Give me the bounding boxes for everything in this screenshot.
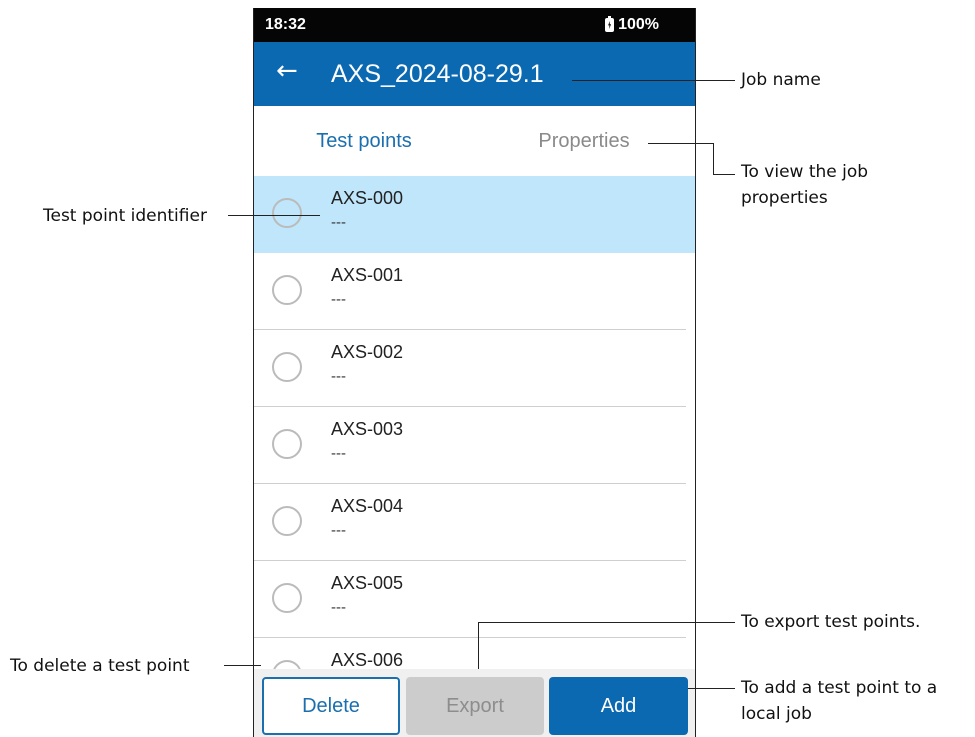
callout-job-name: Job name [741, 70, 821, 90]
callout-add: To add a test point to a [741, 678, 938, 698]
test-point-detail: --- [331, 445, 346, 462]
add-button[interactable]: Add [549, 677, 688, 735]
test-point-detail: --- [331, 291, 346, 308]
list-item[interactable]: AXS-000 --- [254, 176, 695, 253]
test-point-name: AXS-004 [331, 496, 404, 516]
test-point-name: AXS-000 [331, 188, 404, 208]
app-bar: ← AXS_2024-08-29.1 [254, 42, 695, 106]
status-circle-icon [272, 429, 302, 459]
action-bar: Delete Export Add [254, 669, 695, 737]
test-point-list: AXS-000 --- AXS-001 --- AXS-002 --- AXS-… [254, 176, 695, 715]
export-button[interactable]: Export [406, 677, 544, 735]
status-circle-icon [272, 352, 302, 382]
list-item[interactable]: AXS-005 --- [254, 561, 695, 638]
list-item[interactable]: AXS-002 --- [254, 330, 695, 407]
test-point-detail: --- [331, 599, 346, 616]
battery-level: 100% [618, 16, 659, 33]
callout-line [648, 143, 713, 144]
status-circle-icon [272, 275, 302, 305]
battery-status: 100% [605, 16, 659, 34]
callout-view-properties-cont: properties [741, 188, 828, 208]
test-point-name: AXS-003 [331, 419, 404, 439]
list-item[interactable]: AXS-003 --- [254, 407, 695, 484]
status-circle-icon [272, 506, 302, 536]
callout-line [478, 622, 479, 669]
device-screen: 18:32 100% ← AXS_2024-08-29.1 Test point… [253, 8, 696, 737]
list-item[interactable]: AXS-004 --- [254, 484, 695, 561]
callout-line [228, 215, 320, 216]
callout-line [572, 80, 735, 81]
status-time: 18:32 [265, 16, 306, 33]
list-item[interactable]: AXS-001 --- [254, 253, 695, 330]
test-point-detail: --- [331, 368, 346, 385]
arrow-left-icon[interactable]: ← [276, 56, 306, 86]
callout-line [713, 143, 714, 174]
delete-button[interactable]: Delete [262, 677, 400, 735]
test-point-detail: --- [331, 522, 346, 539]
callout-export: To export test points. [741, 612, 921, 632]
status-bar: 18:32 100% [254, 8, 695, 42]
callout-line [713, 174, 735, 175]
callout-view-properties: To view the job [741, 162, 869, 182]
tab-properties[interactable]: Properties [474, 106, 694, 176]
callout-delete: To delete a test point [10, 656, 190, 676]
callout-line [478, 622, 735, 623]
callout-add-cont: local job [741, 704, 812, 724]
test-point-name: AXS-005 [331, 573, 404, 593]
tab-test-points[interactable]: Test points [254, 106, 474, 176]
callout-line [224, 665, 261, 666]
battery-charging-icon [605, 16, 615, 32]
test-point-name: AXS-002 [331, 342, 404, 362]
job-name-title: AXS_2024-08-29.1 [331, 60, 544, 88]
callout-test-point-identifier: Test point identifier [43, 206, 207, 226]
status-circle-icon [272, 198, 302, 228]
tab-bar: Test points Properties [254, 106, 695, 274]
status-circle-icon [272, 583, 302, 613]
test-point-detail: --- [331, 214, 346, 231]
callout-line [688, 688, 735, 689]
test-point-name: AXS-006 [331, 650, 404, 670]
test-point-name: AXS-001 [331, 265, 404, 285]
